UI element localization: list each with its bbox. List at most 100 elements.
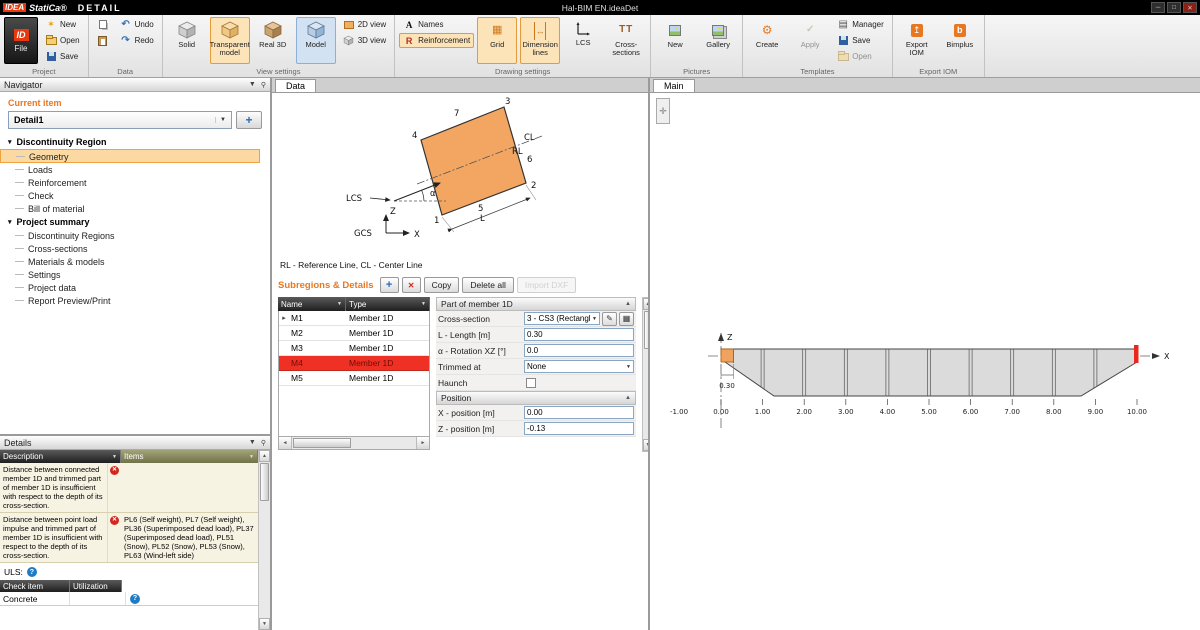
- collapse-icon[interactable]: ▼: [249, 81, 256, 88]
- apply-template-button[interactable]: ✓ Apply: [790, 17, 830, 64]
- solid-button[interactable]: Solid: [167, 17, 207, 64]
- nav-item-cross-sections[interactable]: Cross-sections: [0, 242, 270, 255]
- copy-button[interactable]: Copy: [424, 277, 460, 293]
- cross-section-select[interactable]: 3 - CS3 (Rectangle 250, 200) ▼: [524, 312, 600, 325]
- nav-item-loads[interactable]: Loads: [0, 163, 270, 176]
- scroll-up-icon[interactable]: ▲: [259, 450, 270, 462]
- check-column-item[interactable]: Check item: [0, 580, 70, 592]
- redo-button[interactable]: ↷Redo: [116, 33, 158, 48]
- nav-item-settings[interactable]: Settings: [0, 268, 270, 281]
- new-button[interactable]: ✶New: [41, 17, 84, 32]
- subregion-row-m5[interactable]: M5Member 1D: [279, 371, 429, 386]
- cross-section-detail-button[interactable]: ▦: [619, 312, 634, 326]
- real-3d-button[interactable]: Real 3D: [253, 17, 293, 64]
- subregion-row-m1[interactable]: ▸M1Member 1D: [279, 311, 429, 326]
- scroll-thumb[interactable]: [260, 463, 269, 501]
- expander-icon[interactable]: ▾: [8, 218, 12, 226]
- details-column-description[interactable]: Description▼: [0, 450, 121, 463]
- filter-icon[interactable]: ▼: [109, 454, 117, 460]
- paste-data-button[interactable]: [93, 33, 113, 48]
- names-toggle[interactable]: ANames: [399, 17, 474, 32]
- nav-item-geometry[interactable]: Geometry: [0, 149, 260, 163]
- add-subregion-button[interactable]: +: [380, 277, 399, 293]
- expander-icon[interactable]: ▾: [8, 138, 12, 146]
- nav-item-bill-of-material[interactable]: Bill of material: [0, 202, 270, 215]
- length-input[interactable]: 0.30: [524, 328, 634, 341]
- filter-icon[interactable]: ▼: [246, 454, 254, 460]
- nav-item-reinforcement[interactable]: Reinforcement: [0, 176, 270, 189]
- nav-item-materials-models[interactable]: Materials & models: [0, 255, 270, 268]
- main-drawing-canvas[interactable]: ✛ X Z: [650, 93, 1200, 630]
- column-header-name[interactable]: Name▼: [278, 297, 346, 311]
- save-button[interactable]: Save: [41, 49, 84, 64]
- nav-item-report-preview-print[interactable]: Report Preview/Print: [0, 294, 270, 307]
- reinforcement-toggle[interactable]: RReinforcement: [399, 33, 474, 48]
- column-header-type[interactable]: Type▼: [346, 297, 430, 311]
- z-position-input[interactable]: -0.13: [524, 422, 634, 435]
- check-column-utilization[interactable]: Utilization: [70, 580, 122, 592]
- cross-sections-toggle[interactable]: TT Cross-sections: [606, 17, 646, 64]
- haunch-checkbox[interactable]: [526, 378, 536, 388]
- delete-all-button[interactable]: Delete all: [462, 277, 513, 293]
- undo-button[interactable]: ↶Undo: [116, 17, 158, 32]
- nav-item-discontinuity-regions[interactable]: Discontinuity Regions: [0, 229, 270, 242]
- open-button[interactable]: Open: [41, 33, 84, 48]
- pan-control[interactable]: ✛: [656, 98, 670, 124]
- help-icon[interactable]: ?: [130, 594, 140, 604]
- pin-icon[interactable]: ⚲: [261, 81, 266, 89]
- export-iom-button[interactable]: ↥ Export IOM: [897, 17, 937, 64]
- section-part-of-member[interactable]: Part of member 1D ▲: [436, 297, 636, 311]
- template-save-button[interactable]: Save: [833, 33, 888, 48]
- transparent-model-button[interactable]: Transparent model: [210, 17, 250, 64]
- edit-cross-section-button[interactable]: ✎: [602, 312, 617, 326]
- scroll-down-icon[interactable]: ▼: [259, 618, 270, 630]
- bimplus-button[interactable]: b Bimplus: [940, 17, 980, 64]
- dimension-lines-toggle[interactable]: ↔ Dimension lines: [520, 17, 560, 64]
- help-icon[interactable]: ?: [27, 567, 37, 577]
- lcs-toggle[interactable]: LCS: [563, 17, 603, 64]
- template-open-button[interactable]: Open: [833, 49, 888, 64]
- delete-subregion-button[interactable]: ✕: [402, 277, 421, 293]
- tab-data[interactable]: Data: [275, 79, 316, 92]
- tab-main[interactable]: Main: [653, 79, 695, 92]
- table-hscrollbar[interactable]: ◄ ►: [278, 437, 430, 450]
- scroll-down-icon[interactable]: ▼: [643, 439, 648, 451]
- data-vscrollbar[interactable]: ▲ ▼: [642, 297, 648, 452]
- create-template-button[interactable]: ⚙ Create: [747, 17, 787, 64]
- model-button[interactable]: Model: [296, 17, 336, 64]
- collapse-icon[interactable]: ▼: [249, 439, 256, 446]
- details-vscrollbar[interactable]: ▲ ▼: [258, 450, 270, 630]
- close-button[interactable]: ✕: [1183, 2, 1197, 13]
- check-row-concrete[interactable]: Concrete ?: [0, 592, 258, 606]
- file-button[interactable]: ID File: [4, 17, 38, 64]
- details-row[interactable]: Distance between connected member 1D and…: [0, 463, 258, 513]
- current-item-select[interactable]: Detail1 ▼: [8, 111, 232, 129]
- subregion-row-m4[interactable]: M4Member 1D: [279, 356, 429, 371]
- x-position-input[interactable]: 0.00: [524, 406, 634, 419]
- copy-data-button[interactable]: [93, 17, 113, 32]
- nav-group-project-summary[interactable]: ▾Project summary: [0, 215, 270, 229]
- section-position[interactable]: Position ▲: [436, 391, 636, 405]
- nav-item-project-data[interactable]: Project data: [0, 281, 270, 294]
- scroll-up-icon[interactable]: ▲: [643, 298, 648, 310]
- filter-icon[interactable]: ▼: [334, 301, 342, 307]
- gallery-button[interactable]: Gallery: [698, 17, 738, 64]
- details-column-items[interactable]: Items▼: [121, 450, 258, 463]
- scroll-thumb[interactable]: [293, 438, 351, 448]
- subregion-row-m3[interactable]: M3Member 1D: [279, 341, 429, 356]
- pin-icon[interactable]: ⚲: [261, 439, 266, 447]
- template-manager-button[interactable]: ▤Manager: [833, 17, 888, 32]
- 3d-view-button[interactable]: 3D view: [339, 33, 390, 48]
- scroll-thumb[interactable]: [644, 311, 648, 349]
- filter-icon[interactable]: ▼: [418, 301, 426, 307]
- subregion-row-m2[interactable]: M2Member 1D: [279, 326, 429, 341]
- nav-group-discontinuity-region[interactable]: ▾Discontinuity Region: [0, 135, 270, 149]
- maximize-button[interactable]: □: [1167, 2, 1181, 13]
- rotation-input[interactable]: 0.0: [524, 344, 634, 357]
- 2d-view-button[interactable]: 2D view: [339, 17, 390, 32]
- trimmed-at-select[interactable]: None ▼: [524, 360, 634, 373]
- scroll-left-icon[interactable]: ◄: [279, 437, 292, 449]
- details-row[interactable]: Distance between point load impulse and …: [0, 513, 258, 563]
- import-dxf-button[interactable]: Import DXF: [517, 277, 576, 293]
- minimize-button[interactable]: ─: [1151, 2, 1165, 13]
